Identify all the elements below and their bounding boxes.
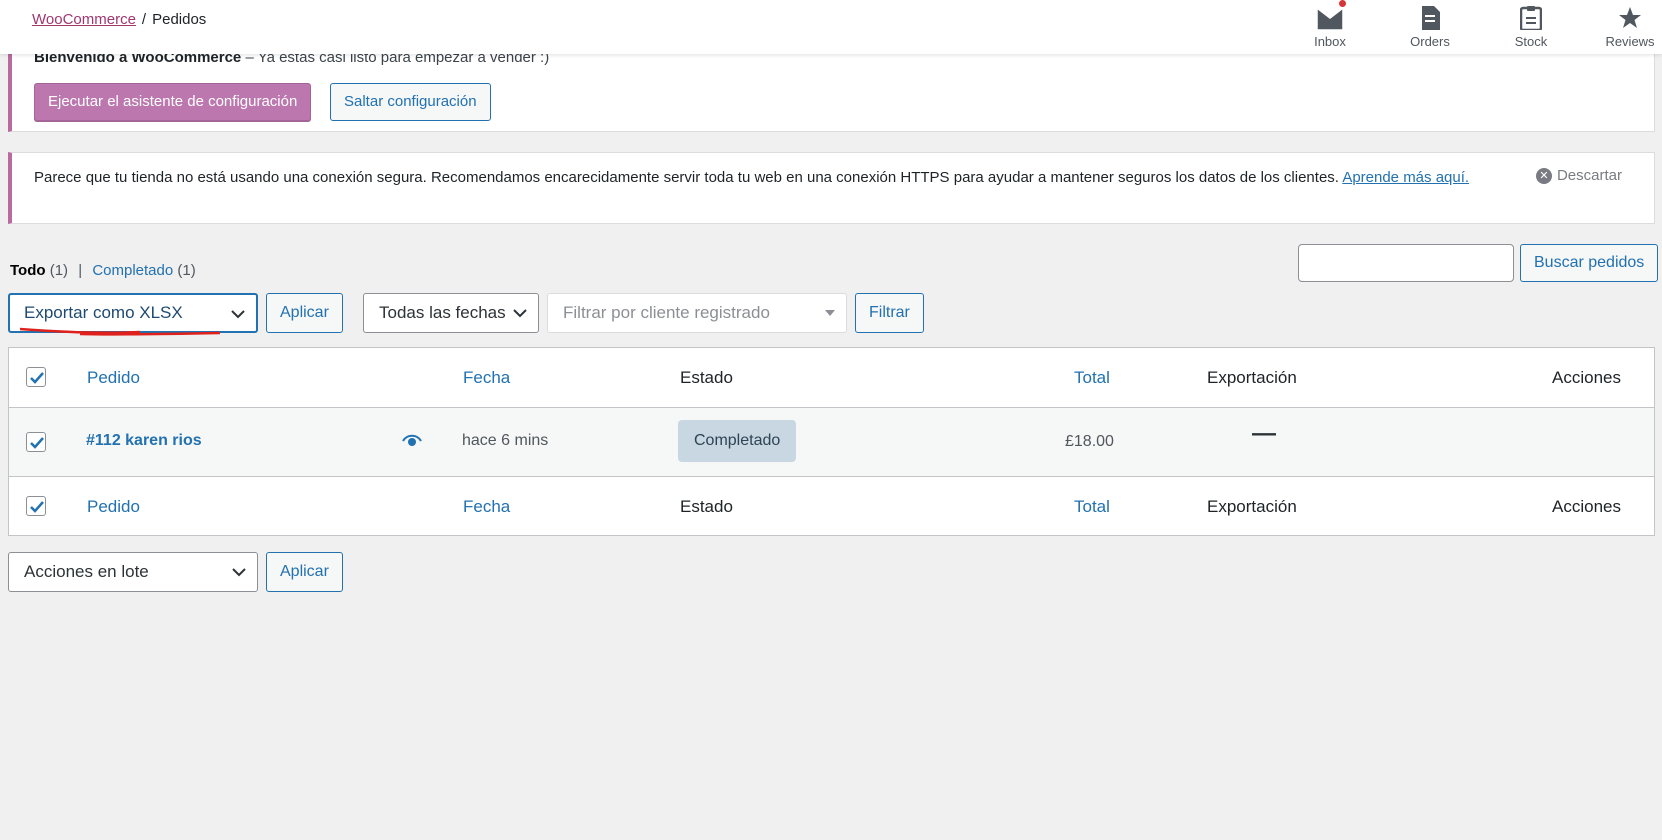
date-filter-select[interactable]: Todas las fechas xyxy=(363,293,539,333)
chevron-down-icon xyxy=(232,568,246,577)
column-order-footer[interactable]: Pedido xyxy=(87,497,140,517)
order-total: £18.00 xyxy=(1065,433,1114,450)
column-total[interactable]: Total xyxy=(1074,368,1110,388)
bulk-action-bottom-value: Acciones en lote xyxy=(24,562,149,581)
dismiss-button[interactable]: ✕ Descartar xyxy=(1535,167,1622,184)
activity-orders[interactable]: Orders xyxy=(1390,0,1470,49)
caret-down-icon xyxy=(825,310,835,316)
preview-eye-icon[interactable] xyxy=(402,433,422,453)
breadcrumb: WooCommerce / Pedidos xyxy=(32,11,206,28)
export-status: — xyxy=(1252,420,1276,447)
search-orders-button[interactable]: Buscar pedidos xyxy=(1520,244,1659,282)
checkmark-icon xyxy=(30,437,44,449)
dismiss-label: Descartar xyxy=(1556,167,1622,184)
filter-separator: | xyxy=(78,262,83,279)
run-setup-wizard-button[interactable]: Ejecutar el asistente de configuración xyxy=(34,83,312,121)
chevron-down-icon xyxy=(231,310,245,319)
status-filter-links: Todo (1) | Completado (1) xyxy=(10,262,196,279)
column-order[interactable]: Pedido xyxy=(87,368,140,388)
apply-top-button[interactable]: Aplicar xyxy=(266,293,343,333)
orders-table: Pedido Fecha Estado Total Exportación Ac… xyxy=(8,347,1655,536)
header-bar: WooCommerce / Pedidos Inbox Orders Stock R… xyxy=(0,0,1662,54)
search-input[interactable] xyxy=(1298,244,1514,282)
unread-dot xyxy=(1339,0,1346,7)
column-total-footer[interactable]: Total xyxy=(1074,497,1110,517)
customer-filter-select[interactable]: Filtrar por cliente registrado xyxy=(547,293,847,333)
filter-button[interactable]: Filtrar xyxy=(855,293,924,333)
table-footer-row: Pedido Fecha Estado Total Exportación Ac… xyxy=(9,477,1654,535)
star-icon xyxy=(1618,0,1642,30)
checkmark-icon xyxy=(30,372,44,384)
column-export-footer: Exportación xyxy=(1207,497,1297,516)
select-all-checkbox-footer[interactable] xyxy=(26,496,46,516)
activity-reviews-label: Reviews xyxy=(1605,34,1655,49)
activity-inbox[interactable]: Inbox xyxy=(1290,0,1370,49)
checkmark-icon xyxy=(30,501,44,513)
filter-completed-link[interactable]: Completado xyxy=(92,262,173,279)
column-actions: Acciones xyxy=(1552,368,1621,387)
row-checkbox[interactable] xyxy=(26,432,46,452)
welcome-notice: Bienvenido a WooCommerce – Ya estás casi… xyxy=(8,44,1655,132)
column-date-footer[interactable]: Fecha xyxy=(463,497,510,517)
https-notice-text: Parece que tu tienda no está usando una … xyxy=(34,166,1534,190)
https-notice: Parece que tu tienda no está usando una … xyxy=(8,152,1655,224)
activity-stock-label: Stock xyxy=(1514,34,1548,49)
order-date: hace 6 mins xyxy=(462,432,549,449)
column-status: Estado xyxy=(680,368,733,387)
stock-icon xyxy=(1520,0,1542,30)
date-filter-value: Todas las fechas xyxy=(379,303,506,322)
chevron-down-icon xyxy=(513,309,527,318)
filter-all-count: (1) xyxy=(49,262,69,279)
column-actions-footer: Acciones xyxy=(1552,497,1621,516)
customer-filter-placeholder: Filtrar por cliente registrado xyxy=(563,303,770,322)
breadcrumb-woocommerce-link[interactable]: WooCommerce xyxy=(32,11,136,28)
skip-setup-button[interactable]: Saltar configuración xyxy=(330,83,491,121)
select-all-checkbox[interactable] xyxy=(26,367,46,387)
orders-icon xyxy=(1420,0,1440,30)
inbox-icon xyxy=(1317,0,1346,30)
status-badge: Completado xyxy=(678,420,797,462)
breadcrumb-current: Pedidos xyxy=(152,11,207,28)
activity-orders-label: Orders xyxy=(1410,34,1450,49)
table-row[interactable]: #112 karen rios hace 6 mins Completado £… xyxy=(9,408,1654,477)
filter-all-link[interactable]: Todo xyxy=(10,262,46,279)
apply-bottom-button[interactable]: Aplicar xyxy=(266,552,343,592)
column-date[interactable]: Fecha xyxy=(463,368,510,388)
activity-reviews[interactable]: Reviews xyxy=(1590,0,1662,49)
table-header-row: Pedido Fecha Estado Total Exportación Ac… xyxy=(9,348,1654,408)
learn-more-link[interactable]: Aprende más aquí. xyxy=(1342,169,1469,186)
annotation-underline xyxy=(20,327,220,336)
filter-completed-count: (1) xyxy=(177,262,196,279)
column-export: Exportación xyxy=(1207,368,1297,387)
https-message: Parece que tu tienda no está usando una … xyxy=(34,169,1339,186)
column-status-footer: Estado xyxy=(680,497,733,516)
order-link[interactable]: #112 karen rios xyxy=(86,432,202,450)
bulk-action-select-bottom[interactable]: Acciones en lote xyxy=(8,552,258,592)
activity-stock[interactable]: Stock xyxy=(1491,0,1571,49)
close-icon: ✕ xyxy=(1535,167,1552,184)
breadcrumb-separator: / xyxy=(141,11,147,28)
bulk-action-top-value: Exportar como XLSX xyxy=(24,303,183,322)
activity-inbox-label: Inbox xyxy=(1314,34,1346,49)
